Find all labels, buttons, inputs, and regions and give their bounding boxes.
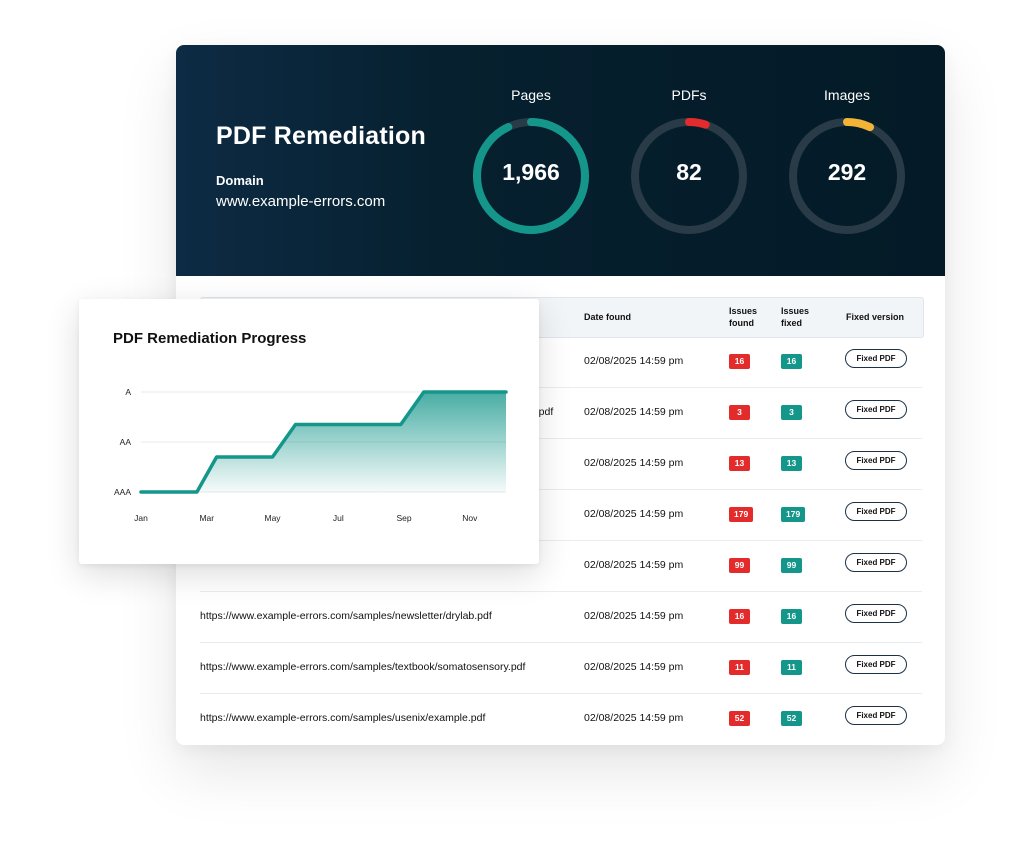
row-date: 02/08/2025 14:59 pm xyxy=(584,406,684,418)
row-date: 02/08/2025 14:59 pm xyxy=(584,508,684,520)
issues-fixed-badge: 13 xyxy=(781,456,802,471)
x-tick-label: May xyxy=(265,513,282,523)
issues-found-badge: 13 xyxy=(729,456,750,471)
fixed-pdf-button[interactable]: Fixed PDF xyxy=(845,451,907,470)
remediation-progress-chart-card: PDF Remediation Progress AAA AA A Jan Mar May… xyxy=(79,299,539,564)
fixed-pdf-button[interactable]: Fixed PDF xyxy=(845,400,907,419)
issues-fixed-badge: 11 xyxy=(781,660,802,675)
col-date-found: Date found xyxy=(584,312,631,322)
row-date: 02/08/2025 14:59 pm xyxy=(584,457,684,469)
x-tick-label: Jul xyxy=(333,513,344,523)
col-fixed-version: Fixed version xyxy=(846,312,905,322)
domain-value: www.example-errors.com xyxy=(216,193,386,210)
page-title: PDF Remediation xyxy=(216,122,426,150)
issues-fixed-badge: 3 xyxy=(781,405,802,420)
x-tick-label: Mar xyxy=(199,513,214,523)
images-gauge-label: Images xyxy=(824,87,870,103)
pdfs-gauge-label: PDFs xyxy=(671,87,707,103)
x-tick-label: Nov xyxy=(462,513,478,523)
issues-found-badge: 99 xyxy=(729,558,750,573)
fixed-pdf-button[interactable]: Fixed PDF xyxy=(845,604,907,623)
issues-found-badge: 3 xyxy=(729,405,750,420)
issues-fixed-badge: 16 xyxy=(781,609,802,624)
row-date: 02/08/2025 14:59 pm xyxy=(584,610,684,622)
x-tick-label: Jan xyxy=(134,513,148,523)
row-date: 02/08/2025 14:59 pm xyxy=(584,712,684,724)
issues-fixed-badge: 179 xyxy=(781,507,806,522)
col-issues-fixed: Issues fixed xyxy=(781,306,810,328)
progress-chart: AAAAAAJan Mar May Jul Sep Nov xyxy=(114,387,508,523)
table-row: https://www.example-errors.com/samples/u… xyxy=(200,694,922,744)
row-date: 02/08/2025 14:59 pm xyxy=(584,355,684,367)
images-count: 292 xyxy=(827,159,867,185)
x-tick-label: Sep xyxy=(397,513,412,523)
y-tick-label: AAA xyxy=(114,487,131,497)
col-issues-found: Issues found xyxy=(729,306,758,328)
fixed-pdf-button[interactable]: Fixed PDF xyxy=(845,553,907,572)
row-url[interactable]: https://www.example-errors.com/samples/t… xyxy=(200,661,525,673)
issues-fixed-badge: 16 xyxy=(781,354,802,369)
issues-found-badge: 11 xyxy=(729,660,750,675)
table-row: https://www.example-errors.com/samples/n… xyxy=(200,592,922,643)
table-row: https://www.example-errors.com/samples/t… xyxy=(200,643,922,694)
issues-fixed-badge: 99 xyxy=(781,558,802,573)
fixed-pdf-button[interactable]: Fixed PDF xyxy=(845,502,907,521)
issues-found-badge: 52 xyxy=(729,711,750,726)
pages-gauge-label: Pages xyxy=(511,87,551,103)
report-header: PDF Remediation Domain www.example-error… xyxy=(176,45,945,276)
issues-found-badge: 16 xyxy=(729,354,750,369)
row-date: 02/08/2025 14:59 pm xyxy=(584,661,684,673)
issues-found-badge: 179 xyxy=(729,507,754,522)
fixed-pdf-button[interactable]: Fixed PDF xyxy=(845,706,907,725)
row-url[interactable]: https://www.example-errors.com/samples/u… xyxy=(200,712,485,724)
domain-label: Domain xyxy=(216,173,264,188)
pages-count: 1,966 xyxy=(502,159,560,185)
issues-found-badge: 16 xyxy=(729,609,750,624)
fixed-pdf-button[interactable]: Fixed PDF xyxy=(845,349,907,368)
pdfs-count: 82 xyxy=(676,159,702,185)
row-url[interactable]: https://www.example-errors.com/samples/n… xyxy=(200,610,492,622)
issues-fixed-badge: 52 xyxy=(781,711,802,726)
row-date: 02/08/2025 14:59 pm xyxy=(584,559,684,571)
y-tick-label: AA xyxy=(120,437,132,447)
fixed-pdf-button[interactable]: Fixed PDF xyxy=(845,655,907,674)
y-tick-label: A xyxy=(125,387,131,397)
